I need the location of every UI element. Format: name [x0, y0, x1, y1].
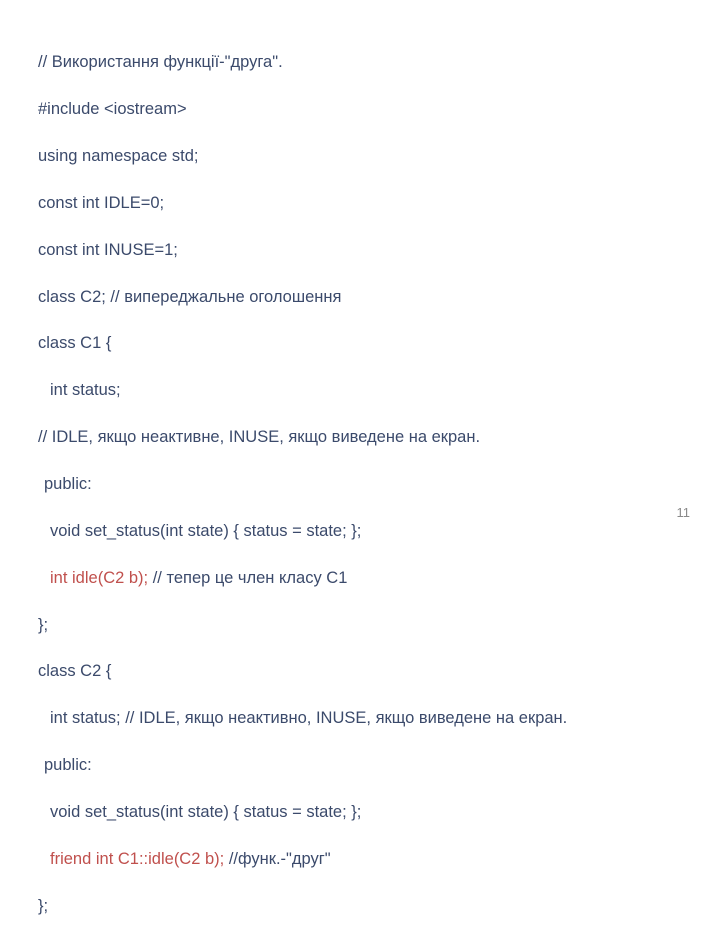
- code-line: int status; // IDLE, якщо неактивно, INU…: [38, 707, 720, 730]
- code-line: class C2; // випереджальне оголошення: [38, 286, 720, 309]
- code-line: #include <iostream>: [38, 98, 720, 121]
- code-line: int status;: [38, 379, 720, 402]
- code-line: public:: [38, 754, 720, 777]
- code-line: using namespace std;: [38, 145, 720, 168]
- code-line: const int IDLE=0;: [38, 192, 720, 215]
- highlighted-code: friend int C1::idle(C2 b);: [50, 850, 224, 868]
- code-line: class C1 {: [38, 332, 720, 355]
- code-line: int idle(C2 b); // тепер це член класу C…: [38, 567, 720, 590]
- code-line: const int INUSE=1;: [38, 239, 720, 262]
- code-line: };: [38, 895, 720, 918]
- slide-number: 11: [677, 505, 691, 520]
- code-block: // Використання функції-"друга". #includ…: [38, 28, 720, 941]
- code-comment: // тепер це член класу C1: [148, 569, 347, 587]
- code-line: // Використання функції-"друга".: [38, 51, 720, 74]
- code-line: void set_status(int state) { status = st…: [38, 801, 720, 824]
- code-line: };: [38, 614, 720, 637]
- code-line: class C2 {: [38, 660, 720, 683]
- code-line: // IDLE, якщо неактивне, INUSE, якщо вив…: [38, 426, 720, 449]
- code-comment: //функ.-"друг": [224, 850, 330, 868]
- code-line: friend int C1::idle(C2 b); //функ.-"друг…: [38, 848, 720, 871]
- code-line: public:: [38, 473, 720, 496]
- highlighted-code: int idle(C2 b);: [50, 569, 148, 587]
